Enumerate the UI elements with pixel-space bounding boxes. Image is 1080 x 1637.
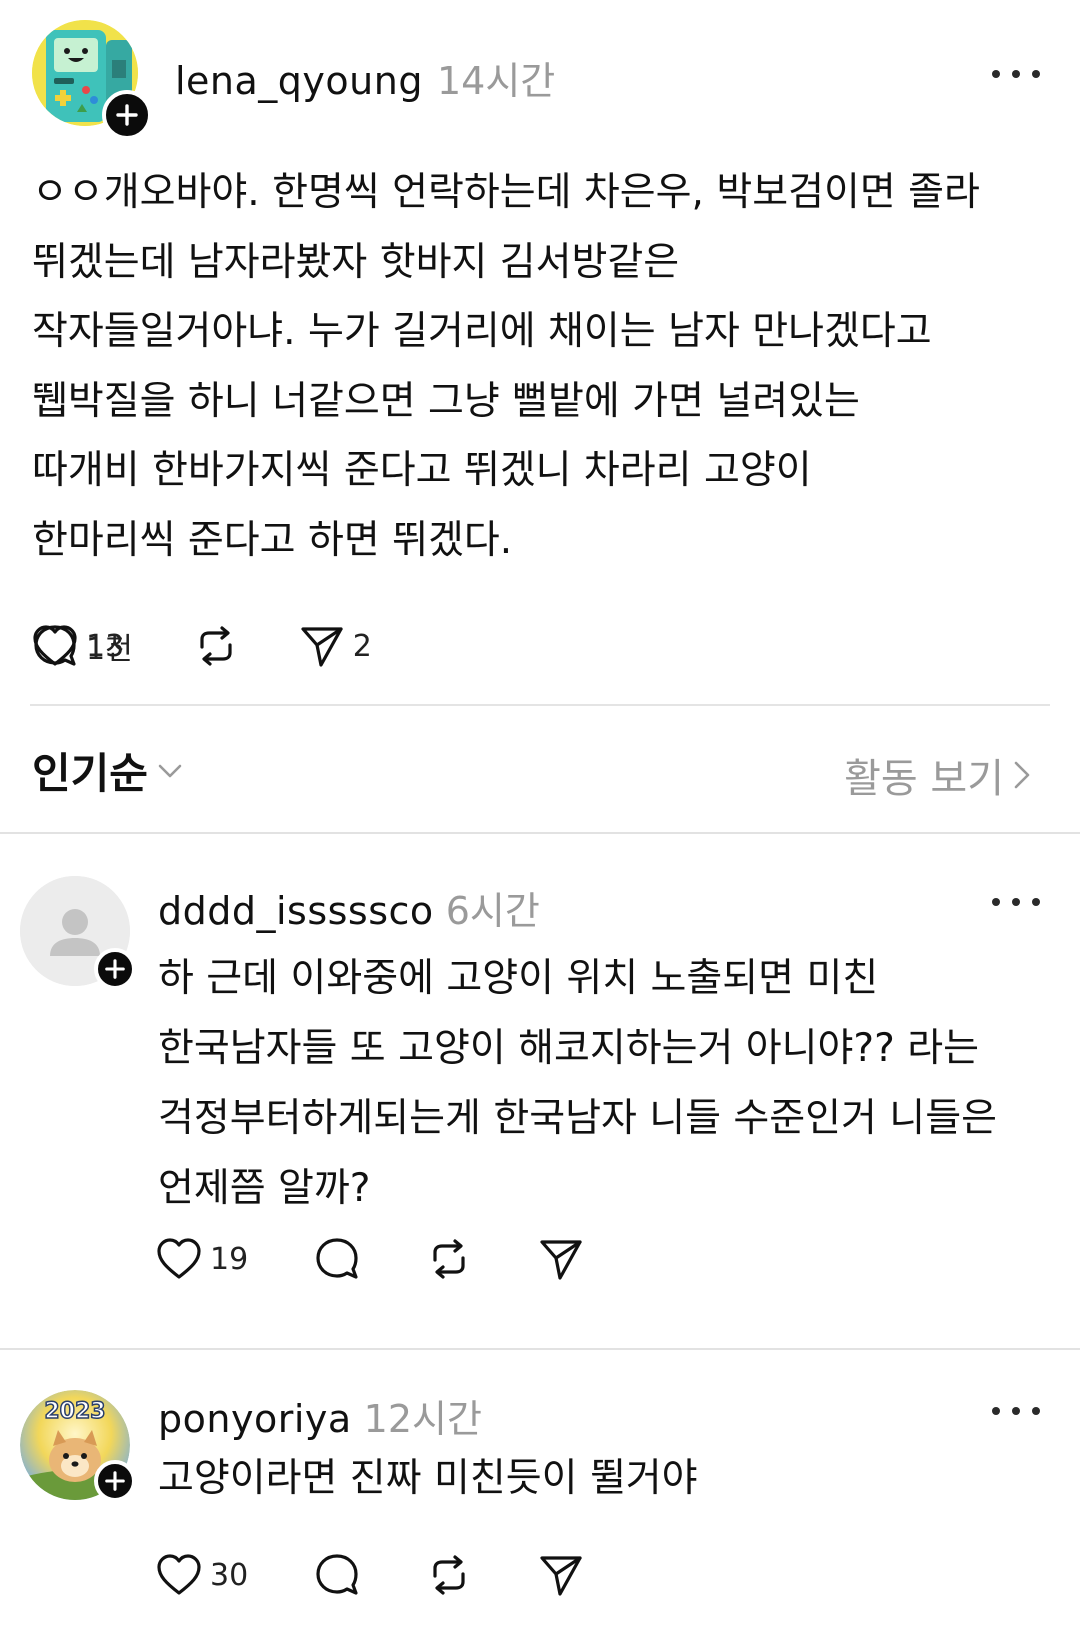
author-avatar[interactable] xyxy=(32,20,152,140)
avatar-year-text: 2023 xyxy=(44,1399,105,1424)
more-dots-icon xyxy=(992,70,1000,78)
reply-button[interactable] xyxy=(314,1236,360,1282)
speech-bubble-icon xyxy=(316,1238,358,1279)
plus-icon xyxy=(105,959,125,979)
comment-actions: 19 xyxy=(156,1234,650,1284)
heart-icon xyxy=(157,1238,201,1279)
reply-button[interactable] xyxy=(314,1552,360,1598)
comment-text: 고양이라면 진짜 미친듯이 뛸거야 xyxy=(158,1456,698,1501)
repost-button[interactable] xyxy=(426,1236,472,1282)
speech-bubble-icon xyxy=(34,625,76,666)
comment-button[interactable]: 13 xyxy=(32,623,1080,669)
repost-button[interactable] xyxy=(426,1552,472,1598)
activity-label: 활동 보기 xyxy=(844,756,1004,802)
comment-text: 하 근데 이와중에 고양이 위치 노출되면 미친 한국남자들 또 고양이 해코지… xyxy=(158,956,997,1211)
post-text: ㅇㅇ개오바야. 한명씩 언락하는데 차은우, 박보검이면 졸라 뛰겠는데 남자라… xyxy=(32,170,980,563)
divider xyxy=(30,704,1050,706)
heart-icon xyxy=(157,1554,201,1595)
sort-dropdown[interactable]: 인기순 xyxy=(32,740,184,801)
like-count: 30 xyxy=(210,1557,249,1593)
sort-bar: 인기순 활동 보기 xyxy=(0,720,1080,830)
plus-icon xyxy=(116,104,138,126)
more-dots-icon xyxy=(992,898,1000,906)
comment-count: 13 xyxy=(86,628,125,664)
share-button[interactable] xyxy=(538,1552,584,1598)
follow-button[interactable] xyxy=(94,948,136,990)
chevron-down-icon xyxy=(158,764,182,777)
divider xyxy=(0,832,1080,834)
plus-icon xyxy=(105,1471,125,1491)
more-options-button[interactable] xyxy=(992,1395,1040,1427)
post-timestamp: 14시간 xyxy=(436,59,556,103)
author-username[interactable]: lena_qyoung xyxy=(175,59,423,103)
comment-header: ponyoriya 12시간 xyxy=(158,1388,482,1443)
comment-header: dddd_isssssco 6시간 xyxy=(158,880,540,935)
commenter-username[interactable]: dddd_isssssco xyxy=(158,889,434,933)
repost-icon xyxy=(433,1239,465,1279)
post-actions: 1천 13 2 xyxy=(32,620,372,672)
speech-bubble-icon xyxy=(316,1554,358,1595)
like-count: 19 xyxy=(210,1241,249,1277)
sort-label: 인기순 xyxy=(32,749,148,798)
commenter-avatar[interactable] xyxy=(20,876,136,990)
follow-button[interactable] xyxy=(102,90,152,140)
more-options-button[interactable] xyxy=(992,58,1040,90)
commenter-avatar[interactable]: 2023 xyxy=(20,1390,136,1502)
like-button[interactable]: 30 xyxy=(156,1553,248,1597)
more-options-button[interactable] xyxy=(992,886,1040,918)
share-button[interactable] xyxy=(538,1236,584,1282)
repost-icon xyxy=(433,1555,465,1595)
more-dots-icon xyxy=(992,1407,1000,1415)
chevron-right-icon xyxy=(1014,761,1030,789)
paper-plane-icon xyxy=(540,1240,582,1280)
comment-timestamp: 12시간 xyxy=(363,1397,482,1441)
comment-timestamp: 6시간 xyxy=(445,889,540,933)
commenter-username[interactable]: ponyoriya xyxy=(158,1397,352,1441)
divider xyxy=(0,1348,1080,1350)
comment-actions: 30 xyxy=(156,1550,650,1600)
follow-button[interactable] xyxy=(94,1460,136,1502)
post-header: lena_qyoung 14시간 xyxy=(175,50,556,103)
like-button[interactable]: 19 xyxy=(156,1237,248,1281)
view-activity-link[interactable]: 활동 보기 xyxy=(844,746,1032,804)
paper-plane-icon xyxy=(540,1556,582,1596)
